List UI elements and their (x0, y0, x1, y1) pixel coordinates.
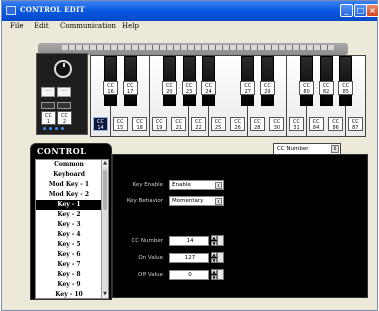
scroll-down-icon[interactable]: ▼ (102, 291, 108, 298)
on-value-field[interactable]: 127 (169, 253, 209, 263)
cc-label[interactable]: CC 29 (259, 81, 275, 95)
led-icon (55, 127, 58, 130)
keyboard-strip (62, 45, 334, 50)
cc-label-selected[interactable]: CC 14 (93, 117, 108, 131)
menu-help[interactable]: Help (122, 21, 139, 31)
mode-select-value: CC Number (277, 146, 309, 152)
list-item[interactable]: Mod Key - 2 (36, 190, 102, 200)
cc-label[interactable]: CC 85 (338, 81, 354, 95)
cc-label[interactable]: CC 18 (132, 117, 148, 131)
cc-number-label: CC Number (131, 238, 163, 244)
list-item[interactable]: Key - 6 (36, 250, 102, 260)
cc-left-2[interactable]: CC 2 (57, 111, 72, 125)
cc-label[interactable]: CC 19 (151, 117, 167, 131)
stepper-box (217, 269, 224, 280)
key-behavior-value: Momentary (172, 198, 204, 204)
minimize-button[interactable]: _ (340, 4, 353, 17)
key-enable-label: Key Enable (132, 182, 163, 188)
cc-number-field[interactable]: 14 (169, 236, 209, 246)
volume-knob[interactable] (54, 60, 72, 78)
list-item[interactable]: Key - 4 (36, 230, 102, 240)
cc-label[interactable]: CC 22 (191, 117, 206, 131)
piano-keys: CC 16 CC 17 CC 20 CC 23 CC 24 CC 27 CC 29 CC 80… (90, 55, 366, 137)
key-behavior-select[interactable]: Momentary ⇕ (169, 196, 224, 206)
led-icon (43, 127, 46, 130)
stepper-box (217, 252, 224, 263)
list-item[interactable]: Key - 3 (36, 220, 102, 230)
list-item[interactable]: Key - 8 (36, 270, 102, 280)
keyboard-area: ··· ··· CC 1 CC 2 CC 16 CC 17 CC 20 CC 23 CC… (16, 37, 366, 155)
left-switch-1[interactable] (41, 102, 55, 109)
cc-label[interactable]: CC 86 (328, 117, 344, 131)
cc-label[interactable]: CC 24 (201, 81, 217, 95)
settings-panel: Key Enable Enable ⇕ Key Behavior Momenta… (112, 154, 368, 298)
cc-label[interactable]: CC 16 (103, 81, 119, 95)
menu-file[interactable]: File (10, 21, 23, 31)
main-area: CONTROL Key - 10 Key - 9 Key - 8 Key - 7 Key… (15, 141, 368, 306)
cc-label[interactable]: CC 15 (112, 117, 128, 131)
list-item[interactable]: Key - 10 (36, 290, 102, 298)
cc-label[interactable]: CC 84 (308, 117, 324, 131)
list-item[interactable]: Key - 2 (36, 210, 102, 220)
led-icon (49, 127, 52, 130)
key-behavior-label: Key Behavior (126, 198, 163, 204)
menu-edit[interactable]: Edit (34, 21, 49, 31)
list-item[interactable]: Key - 1 (36, 200, 102, 210)
title-bar[interactable]: CONTROL EDIT _ □ × (2, 1, 379, 21)
menu-communication[interactable]: Communication (60, 21, 116, 31)
cc-label[interactable]: CC 20 (161, 81, 177, 95)
control-panel: CONTROL Key - 10 Key - 9 Key - 8 Key - 7 Key… (30, 143, 112, 300)
left-button-1[interactable]: ··· (41, 87, 55, 97)
stepper-box (217, 235, 224, 246)
cc-left-1[interactable]: CC 1 (41, 111, 56, 125)
off-value-field[interactable]: 0 (169, 270, 209, 280)
cc-label[interactable]: CC 17 (122, 81, 138, 95)
list-item[interactable]: Key - 7 (36, 260, 102, 270)
off-value-label: Off Value (138, 272, 163, 278)
list-item[interactable]: Key - 5 (36, 240, 102, 250)
cc-label[interactable]: CC 21 (171, 117, 187, 131)
off-value-stepper[interactable]: ▲ ▼ (211, 269, 224, 281)
list-item[interactable]: Mod Key - 1 (36, 180, 102, 190)
key-enable-select[interactable]: Enable ⇕ (169, 180, 224, 190)
on-value-label: On Value (138, 255, 163, 261)
control-list[interactable]: Key - 10 Key - 9 Key - 8 Key - 7 Key - 6 Key … (35, 159, 109, 299)
knob-indicator-icon (63, 63, 65, 67)
cc-label[interactable]: CC 82 (318, 81, 334, 95)
cc-label[interactable]: CC 80 (299, 81, 315, 95)
cc-label[interactable]: CC 27 (240, 81, 256, 95)
on-value-stepper[interactable]: ▲ ▼ (211, 252, 224, 264)
app-window: CONTROL EDIT _ □ × File Edit Communicati… (1, 0, 379, 311)
key-enable-value: Enable (172, 182, 191, 188)
scroll-up-icon[interactable]: ▲ (102, 160, 108, 167)
list-item[interactable]: Common (36, 160, 102, 170)
list-item[interactable]: Keyboard (36, 170, 102, 180)
cc-label[interactable]: CC 23 (181, 81, 197, 95)
menu-bar: File Edit Communication Help (2, 21, 377, 31)
cc-label[interactable]: CC 30 (269, 117, 285, 131)
list-item[interactable]: Key - 9 (36, 280, 102, 290)
chevron-down-icon[interactable]: ⇕ (331, 145, 339, 153)
left-button-2[interactable]: ··· (57, 87, 71, 97)
cc-number-stepper[interactable]: ▲ ▼ (211, 235, 224, 247)
control-panel: ··· ··· CC 1 CC 2 (36, 53, 88, 135)
list-scrollbar[interactable]: ▲ ▼ (101, 160, 108, 298)
left-switch-2[interactable] (57, 102, 71, 109)
window-title: CONTROL EDIT (20, 5, 85, 14)
cc-label[interactable]: CC 87 (347, 117, 363, 131)
cc-label[interactable]: CC 26 (230, 117, 246, 131)
cc-label[interactable]: CC 25 (210, 117, 226, 131)
chevron-down-icon[interactable]: ⇕ (215, 198, 222, 205)
app-icon (6, 6, 16, 15)
close-button[interactable]: × (366, 4, 379, 17)
chevron-down-icon[interactable]: ⇕ (215, 182, 222, 189)
cc-label[interactable]: CC 28 (249, 117, 265, 131)
cc-label[interactable]: CC 31 (289, 117, 304, 131)
scroll-thumb[interactable] (103, 170, 107, 210)
led-icon (61, 127, 64, 130)
control-title: CONTROL (37, 146, 87, 156)
